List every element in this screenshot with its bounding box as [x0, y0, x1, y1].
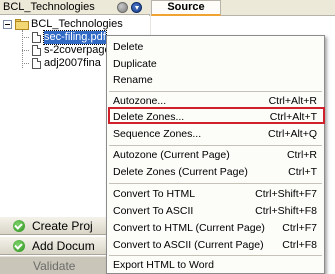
document-icon [32, 58, 41, 69]
menu-item-sequence-zones[interactable]: Sequence Zones... Ctrl+Alt+Q [107, 126, 324, 143]
project-panel-title: BCL_Technologies [3, 1, 95, 13]
menu-item-convert-to-html[interactable]: Convert To HTML Ctrl+Shift+F7 [107, 186, 324, 203]
panel-dropdown-icon[interactable] [131, 2, 142, 13]
menu-item-shortcut: Ctrl+T [288, 166, 317, 178]
menu-item-rename[interactable]: Rename [107, 72, 324, 89]
tab-strip: Source [151, 0, 335, 16]
menu-item-autozone[interactable]: Autozone... Ctrl+Alt+R [107, 93, 324, 110]
menu-item-export-html-to-word[interactable]: Export HTML to Word [107, 257, 324, 274]
check-circle-icon [13, 240, 25, 252]
tree-item-label[interactable]: s-2coverpage [44, 44, 106, 57]
menu-item-label: Convert to ASCII (Current Page) [113, 239, 264, 251]
menu-item-convert-to-ascii[interactable]: Convert To ASCII Ctrl+Shift+F8 [107, 203, 324, 220]
menu-item-label: Convert to HTML (Current Page) [113, 222, 265, 234]
menu-item-shortcut: Ctrl+R [286, 149, 317, 161]
document-icon [32, 32, 41, 43]
menu-item-label: Duplicate [113, 58, 157, 70]
context-menu: Delete Duplicate Rename Autozone... Ctrl… [106, 35, 325, 274]
menu-item-shortcut: Ctrl+Shift+F7 [255, 188, 317, 200]
create-project-label: Create Proj [32, 219, 93, 233]
menu-item-label: Convert To ASCII [113, 205, 194, 217]
tab-source[interactable]: Source [151, 0, 221, 16]
check-circle-icon [13, 220, 25, 232]
menu-item-shortcut: Ctrl+F7 [282, 222, 317, 234]
menu-item-shortcut: Ctrl+F8 [282, 239, 317, 251]
menu-item-convert-to-html-current-page[interactable]: Convert to HTML (Current Page) Ctrl+F7 [107, 220, 324, 237]
tree-item-label-selected[interactable]: sec-filing.pdf [43, 30, 107, 45]
tree-item-label[interactable]: adj2007fina [44, 57, 106, 70]
menu-item-shortcut: Ctrl+Alt+Q [267, 128, 317, 140]
menu-item-label: Export HTML to Word [113, 259, 214, 271]
menu-item-duplicate[interactable]: Duplicate [107, 56, 324, 73]
menu-item-label: Delete Zones (Current Page) [113, 166, 248, 178]
project-panel-header: BCL_Technologies [0, 0, 150, 15]
menu-separator [109, 255, 322, 256]
menu-item-delete-zones-current-page[interactable]: Delete Zones (Current Page) Ctrl+T [107, 164, 324, 181]
menu-separator [109, 183, 322, 184]
tree-root-label[interactable]: BCL_Technologies [31, 18, 123, 31]
menu-item-label: Delete [113, 41, 144, 53]
menu-item-label: Autozone... [113, 95, 167, 107]
menu-item-delete-zones[interactable]: Delete Zones... Ctrl+Alt+T [107, 109, 324, 126]
menu-item-label: Autozone (Current Page) [113, 149, 230, 161]
add-document-label: Add Docum [32, 239, 95, 253]
document-icon [32, 45, 41, 56]
menu-item-shortcut: Ctrl+Alt+T [269, 111, 317, 123]
folder-icon [15, 19, 29, 30]
menu-item-label: Sequence Zones... [113, 128, 202, 140]
tree-collapse-icon[interactable] [3, 20, 12, 29]
menu-item-shortcut: Ctrl+Shift+F8 [255, 205, 317, 217]
menu-item-shortcut: Ctrl+Alt+R [268, 95, 317, 107]
menu-item-label: Convert To HTML [113, 188, 196, 200]
menu-item-delete[interactable]: Delete [107, 39, 324, 56]
menu-item-convert-to-ascii-current-page[interactable]: Convert to ASCII (Current Page) Ctrl+F8 [107, 237, 324, 254]
validate-label: Validate [33, 259, 76, 273]
menu-separator [109, 145, 322, 146]
menu-separator [109, 91, 322, 92]
menu-item-autozone-current-page[interactable]: Autozone (Current Page) Ctrl+R [107, 147, 324, 164]
menu-item-label: Rename [113, 74, 153, 86]
panel-options-icon[interactable] [117, 2, 128, 13]
menu-item-label: Delete Zones... [113, 111, 185, 123]
